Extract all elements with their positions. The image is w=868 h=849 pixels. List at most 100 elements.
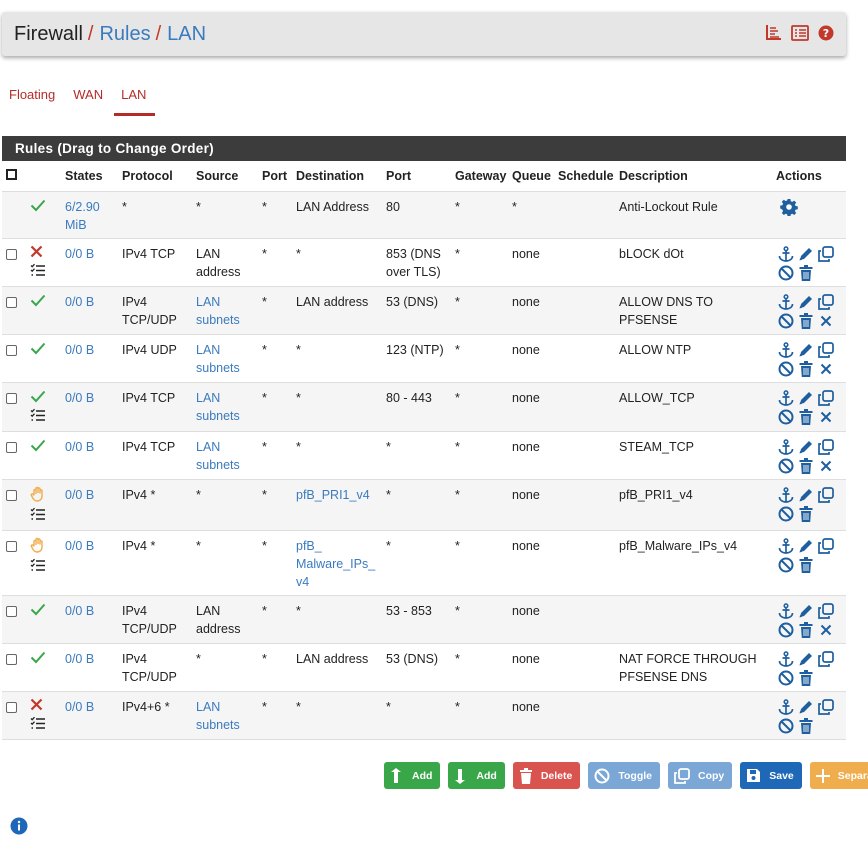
check-icon[interactable]	[30, 602, 46, 621]
copy-icon[interactable]	[818, 602, 834, 620]
tab-floating[interactable]: Floating	[0, 86, 64, 116]
disable-ban-icon[interactable]	[778, 360, 794, 378]
copy-icon[interactable]	[818, 537, 834, 555]
rule-row[interactable]: 0/0 B IPv4+6 * LAN subnets * * * * none	[2, 691, 846, 740]
block-x-icon[interactable]	[30, 698, 43, 716]
separator-button[interactable]: Separator	[809, 762, 868, 789]
rule-row[interactable]: 0/0 B IPv4 TCP LAN subnets * * 80 - 443 * none A…	[2, 382, 846, 432]
trash-icon[interactable]	[798, 621, 814, 639]
copy-icon[interactable]	[818, 293, 834, 311]
disable-ban-icon[interactable]	[778, 408, 794, 426]
anchor-icon[interactable]	[778, 602, 794, 620]
edit-pencil-icon[interactable]	[798, 486, 814, 504]
add-bottom-button[interactable]: Add	[448, 762, 505, 789]
edit-pencil-icon[interactable]	[798, 537, 814, 555]
edit-pencil-icon[interactable]	[798, 602, 814, 620]
anchor-icon[interactable]	[778, 293, 794, 311]
copy-icon[interactable]	[818, 650, 834, 668]
rule-row[interactable]: 0/0 B IPv4 TCP/UDP LAN subnets * LAN address…	[2, 286, 846, 335]
hand-icon[interactable]	[30, 537, 46, 558]
delete-button[interactable]: Delete	[512, 762, 581, 789]
trash-icon[interactable]	[798, 264, 814, 282]
info-icon[interactable]	[10, 817, 28, 838]
states-cell-text[interactable]: 0/0 B	[65, 539, 94, 553]
toggle-button[interactable]: Toggle	[588, 762, 660, 789]
copy-icon[interactable]	[818, 698, 834, 716]
trash-icon[interactable]	[798, 505, 814, 523]
gear-icon[interactable]	[780, 198, 798, 221]
breadcrumb-rules-link[interactable]: Rules	[99, 23, 150, 46]
copy-icon[interactable]	[818, 438, 834, 456]
states-cell-text[interactable]: 0/0 B	[65, 343, 94, 357]
row-checkbox[interactable]	[6, 248, 17, 260]
disable-ban-icon[interactable]	[778, 312, 794, 330]
edit-pencil-icon[interactable]	[798, 389, 814, 407]
trash-icon[interactable]	[798, 312, 814, 330]
rule-row[interactable]: 0/0 B IPv4 TCP LAN address * * 853 (DNS over …	[2, 238, 846, 287]
anchor-icon[interactable]	[778, 650, 794, 668]
trash-icon[interactable]	[798, 457, 814, 475]
check-icon[interactable]	[30, 198, 46, 217]
anchor-icon[interactable]	[778, 245, 794, 263]
select-all-checkbox[interactable]	[6, 168, 17, 180]
anchor-icon[interactable]	[778, 341, 794, 359]
anchor-icon[interactable]	[778, 486, 794, 504]
edit-pencil-icon[interactable]	[798, 341, 814, 359]
source-cell-text[interactable]: LAN subnets	[196, 391, 240, 423]
states-cell-text[interactable]: 0/0 B	[65, 700, 94, 714]
states-cell-text[interactable]: 6/2.90 MiB	[65, 200, 100, 232]
rule-row[interactable]: 6/2.90 MiB * * * LAN Address 80 * * Anti-Lockout…	[2, 191, 846, 239]
row-checkbox[interactable]	[6, 296, 17, 308]
rule-row[interactable]: 0/0 B IPv4 TCP/UDP * * LAN address 53 (DNS) * n…	[2, 643, 846, 692]
row-checkbox[interactable]	[6, 653, 17, 665]
disable-ban-icon[interactable]	[778, 505, 794, 523]
block-x-icon[interactable]	[30, 245, 43, 263]
row-checkbox[interactable]	[6, 701, 17, 713]
check-icon[interactable]	[30, 389, 46, 408]
source-cell-text[interactable]: LAN subnets	[196, 700, 240, 732]
source-cell-text[interactable]: LAN subnets	[196, 295, 240, 327]
anchor-icon[interactable]	[778, 537, 794, 555]
check-icon[interactable]	[30, 650, 46, 669]
copy-icon[interactable]	[818, 389, 834, 407]
check-icon[interactable]	[30, 341, 46, 360]
trash-icon[interactable]	[798, 669, 814, 687]
destination-cell-text[interactable]: pfB_PRI1_v4	[296, 488, 370, 502]
edit-pencil-icon[interactable]	[798, 438, 814, 456]
states-cell-text[interactable]: 0/0 B	[65, 295, 94, 309]
disable-ban-icon[interactable]	[778, 717, 794, 735]
delete-x-icon[interactable]	[818, 360, 834, 378]
row-checkbox[interactable]	[6, 489, 17, 501]
anchor-icon[interactable]	[778, 698, 794, 716]
chart-icon[interactable]	[765, 24, 782, 47]
rule-row[interactable]: 0/0 B IPv4 UDP LAN subnets * * 123 (NTP) * none…	[2, 334, 846, 383]
tab-wan[interactable]: WAN	[64, 86, 112, 116]
states-cell-text[interactable]: 0/0 B	[65, 440, 94, 454]
check-icon[interactable]	[30, 438, 46, 457]
hand-icon[interactable]	[30, 486, 46, 507]
rule-row[interactable]: 0/0 B IPv4 TCP LAN subnets * * * * none STEAM_TC…	[2, 431, 846, 480]
edit-pencil-icon[interactable]	[798, 650, 814, 668]
help-icon[interactable]: ?	[818, 24, 834, 47]
states-cell-text[interactable]: 0/0 B	[65, 488, 94, 502]
list-icon[interactable]	[791, 24, 809, 47]
copy-icon[interactable]	[818, 486, 834, 504]
disable-ban-icon[interactable]	[778, 264, 794, 282]
disable-ban-icon[interactable]	[778, 556, 794, 574]
trash-icon[interactable]	[798, 717, 814, 735]
edit-pencil-icon[interactable]	[798, 293, 814, 311]
row-checkbox[interactable]	[6, 540, 17, 552]
delete-x-icon[interactable]	[818, 408, 834, 426]
copy-button[interactable]: Copy	[668, 762, 733, 789]
states-cell-text[interactable]: 0/0 B	[65, 247, 94, 261]
anchor-icon[interactable]	[778, 389, 794, 407]
save-button[interactable]: Save	[740, 762, 802, 789]
delete-x-icon[interactable]	[818, 312, 834, 330]
row-checkbox[interactable]	[6, 344, 17, 356]
disable-ban-icon[interactable]	[778, 621, 794, 639]
trash-icon[interactable]	[798, 360, 814, 378]
states-cell-text[interactable]: 0/0 B	[65, 391, 94, 405]
disable-ban-icon[interactable]	[778, 457, 794, 475]
delete-x-icon[interactable]	[818, 457, 834, 475]
trash-icon[interactable]	[798, 556, 814, 574]
